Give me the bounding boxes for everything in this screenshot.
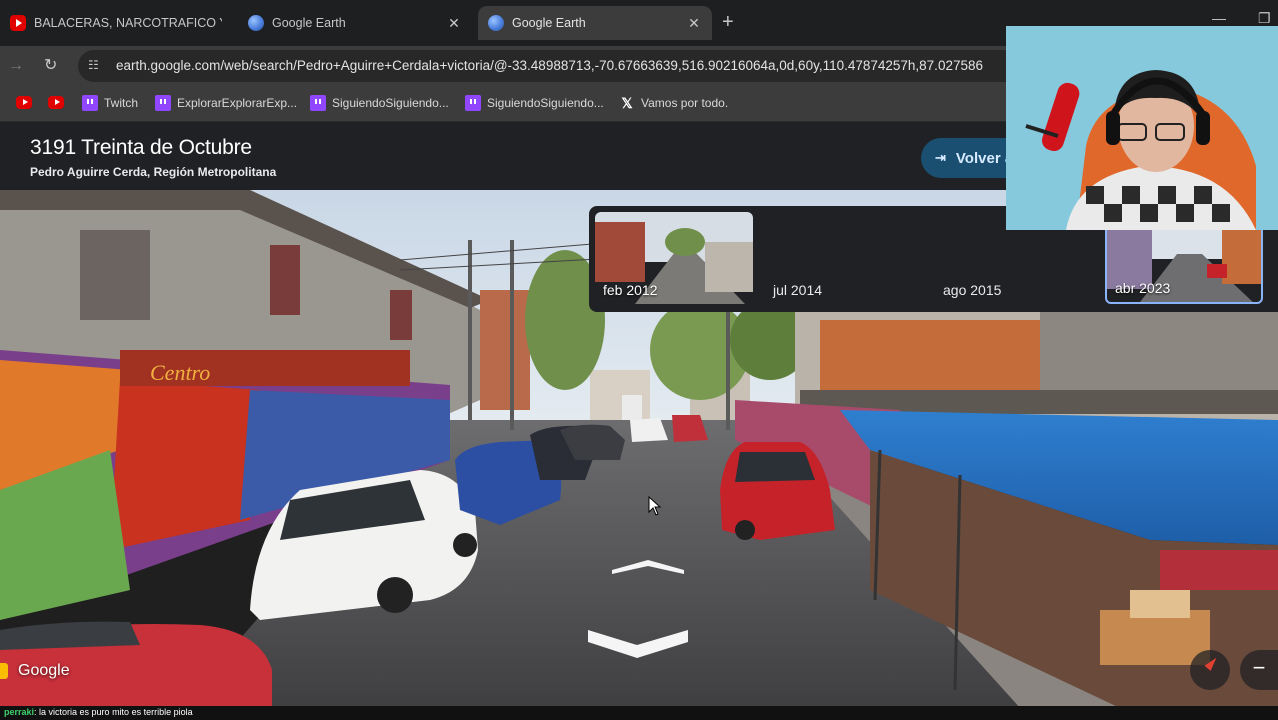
bookmark-youtube-2[interactable] <box>48 95 70 109</box>
location-title: 3191 Treinta de Octubre <box>30 136 252 159</box>
chat-username: perraki <box>4 707 35 717</box>
timeline-item-feb-2012[interactable]: feb 2012 <box>595 212 753 304</box>
timeline-date: feb 2012 <box>603 282 658 298</box>
maximize-icon[interactable]: ❐ <box>1258 10 1271 27</box>
stream-chat-message: perraki: la victoria es puro mito es ter… <box>0 706 1278 720</box>
screen: BALACERAS, NARCOTRAFICO Y C Google Earth… <box>0 0 1278 720</box>
bookmark-x[interactable]: 𝕏 Vamos por todo. <box>619 95 728 111</box>
youtube-icon <box>10 15 26 31</box>
timeline-item-ago-2015[interactable]: ago 2015 <box>943 282 1001 298</box>
twitch-icon <box>82 95 98 111</box>
exit-street-view-icon: ⇥ <box>935 150 946 165</box>
chat-text: : la victoria es puro mito es terrible p… <box>34 707 193 717</box>
tab-title: Google Earth <box>272 16 346 30</box>
bookmark-siguiendo-1[interactable]: SiguiendoSiguiendo... <box>310 95 449 111</box>
url-text: earth.google.com/web/search/Pedro+Aguirr… <box>116 58 983 73</box>
tab-google-earth-2[interactable]: Google Earth ✕ <box>478 6 712 40</box>
webcam-overlay <box>1006 26 1278 230</box>
google-earth-icon <box>248 15 264 31</box>
tab-google-earth-1[interactable]: Google Earth ✕ <box>238 6 472 40</box>
timeline-date: abr 2023 <box>1115 280 1171 296</box>
tab-title: Google Earth <box>512 16 586 30</box>
zoom-out-button[interactable]: − <box>1240 650 1278 690</box>
mouse-cursor-icon <box>648 496 662 516</box>
location-subtitle: Pedro Aguirre Cerda, Región Metropolitan… <box>30 165 277 179</box>
webcam-image <box>1006 26 1278 230</box>
x-icon: 𝕏 <box>621 95 633 111</box>
google-logo: Google <box>0 656 70 686</box>
forward-icon[interactable]: → <box>8 56 24 76</box>
new-tab-button[interactable]: + <box>722 12 734 32</box>
twitch-icon <box>155 95 171 111</box>
tab-youtube-video[interactable]: BALACERAS, NARCOTRAFICO Y C <box>0 6 232 40</box>
google-earth-icon <box>488 15 504 31</box>
minimize-icon[interactable]: — <box>1212 10 1226 26</box>
bookmark-youtube-1[interactable] <box>16 95 38 109</box>
twitch-icon <box>465 95 481 111</box>
site-settings-icon[interactable]: ☷ <box>88 58 104 74</box>
tab-title: BALACERAS, NARCOTRAFICO Y C <box>34 16 222 30</box>
twitch-icon <box>310 95 326 111</box>
compass-icon[interactable] <box>1190 650 1230 690</box>
close-tab-icon[interactable]: ✕ <box>686 15 702 32</box>
bookmark-explorar[interactable]: ExplorarExplorarExp... <box>155 95 297 111</box>
reload-icon[interactable]: ↻ <box>44 56 57 76</box>
bookmark-siguiendo-2[interactable]: SiguiendoSiguiendo... <box>465 95 604 111</box>
timeline-item-jul-2014[interactable]: jul 2014 <box>773 282 822 298</box>
mural-sign: Centro <box>150 360 210 385</box>
youtube-icon <box>48 96 64 109</box>
bookmark-twitch[interactable]: Twitch <box>82 95 138 111</box>
close-tab-icon[interactable]: ✕ <box>446 15 462 32</box>
youtube-icon <box>16 96 32 109</box>
